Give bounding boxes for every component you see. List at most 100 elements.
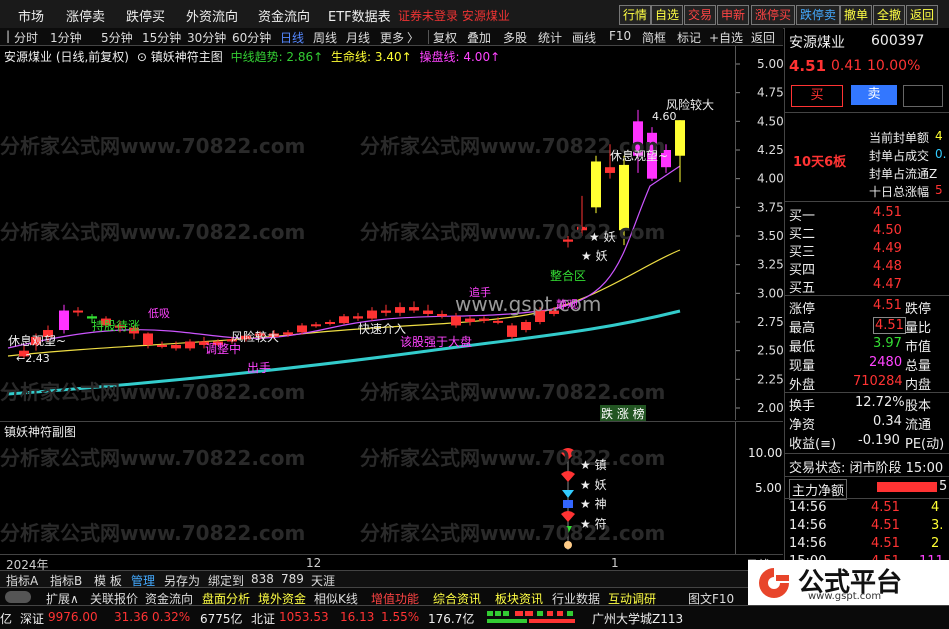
btn-cancel-all[interactable]: 全撤 <box>873 5 906 25</box>
period-more[interactable]: 更多 <box>380 29 404 46</box>
tool-simple-frame[interactable]: 简框 <box>642 29 666 46</box>
divider <box>785 295 949 296</box>
main-chart[interactable]: 安源煤业 (日线,前复权) ⊙ 镇妖神符主图 中线趋势: 2.86↑ 生命线: … <box>0 46 783 422</box>
candle-body <box>59 310 69 331</box>
period-5m[interactable]: 5分钟 <box>101 29 133 46</box>
divider <box>785 392 949 393</box>
bid-label: 买一 <box>789 209 816 224</box>
sub-tick: 5.00 <box>755 481 782 495</box>
watermark: 分析家公式网www.70822.com <box>360 380 666 404</box>
candle-body <box>185 341 195 349</box>
btn-watchlist[interactable]: 自选 <box>651 5 684 25</box>
stat-label: 收益(≡) <box>789 437 837 452</box>
menu-limit-up-sell[interactable]: 涨停卖 <box>66 6 105 25</box>
bz-value: 1053.53 <box>279 610 329 624</box>
logo-icon <box>759 568 789 598</box>
menu-bar: 市场 涨停卖 跌停买 外资流向 资金流向 ETF数据表 证券未登录 安源煤业 行… <box>0 0 949 29</box>
menu-etf-table[interactable]: ETF数据表 <box>328 6 391 25</box>
period-daily[interactable]: 日线 <box>280 29 304 46</box>
tool-stats[interactable]: 统计 <box>538 29 562 46</box>
netflow-label[interactable]: 主力净额 <box>789 479 848 500</box>
watermark: 分析家公式网www.70822.com <box>0 134 306 158</box>
btn-back-top[interactable]: 返回 <box>906 5 939 25</box>
info-value: 4 <box>935 129 943 143</box>
tab-789[interactable]: 789 <box>281 572 304 586</box>
bid-price[interactable]: 4.51 <box>873 205 902 220</box>
period-15m[interactable]: 15分钟 <box>142 29 181 46</box>
streak-badge: 10天6板 <box>793 155 847 170</box>
candle-body <box>507 325 517 337</box>
tool-multi[interactable]: 多股 <box>503 29 527 46</box>
yao-icon <box>561 471 575 482</box>
stat-label: 市值 <box>905 340 932 355</box>
stat-value: 12.72% <box>855 395 905 410</box>
bid-price[interactable]: 4.50 <box>873 223 902 238</box>
trade-state: 交易状态: 闭市阶段 15:00 <box>789 461 944 476</box>
sz-change: 31.36 <box>114 610 149 624</box>
watermark: 分析家公式网www.70822.com <box>360 446 666 470</box>
news-ticker[interactable]: 广州大学城Z113 <box>592 610 683 627</box>
gspt-logo: 公式平台 www.gspt.com <box>748 560 949 605</box>
btn-limit-down-sell[interactable]: 跌停卖 <box>796 5 841 25</box>
watermark: 分析家公式网www.70822.com <box>360 521 666 545</box>
stat-label: 股本 <box>905 399 932 414</box>
last-price: 4.51 <box>789 57 827 75</box>
menu-market[interactable]: 市场 <box>18 6 44 25</box>
stat-label: 最低 <box>789 340 816 355</box>
bid-price[interactable]: 4.49 <box>873 241 902 256</box>
buy-button[interactable]: 买 <box>791 85 843 107</box>
menu-limit-down-buy[interactable]: 跌停买 <box>126 6 165 25</box>
candle-body <box>325 322 335 324</box>
menu-foreign-flow[interactable]: 外资流向 <box>186 6 238 25</box>
period-minute[interactable]: 分时 <box>14 29 38 46</box>
tool-draw[interactable]: 画线 <box>572 29 596 46</box>
tool-mark[interactable]: 标记 <box>677 29 701 46</box>
order-box[interactable] <box>903 85 943 107</box>
sz-name[interactable]: 深证 <box>20 610 44 627</box>
stat-label: 现量 <box>789 359 816 374</box>
btn-trade[interactable]: 交易 <box>684 5 717 25</box>
chevron-right-icon[interactable]: 〉 <box>407 29 419 46</box>
bz-name[interactable]: 北证 <box>251 610 275 627</box>
stat-label: 量比 <box>905 321 932 336</box>
tool-adjust[interactable]: 复权 <box>433 29 457 46</box>
btn-new-issue[interactable]: 申新 <box>717 5 750 25</box>
period-60m[interactable]: 60分钟 <box>232 29 271 46</box>
menu-capital-flow[interactable]: 资金流向 <box>258 6 310 25</box>
info-value: 0. <box>935 147 947 161</box>
stat-value: -0.190 <box>858 433 900 448</box>
candle-body <box>297 325 307 333</box>
annot-buy-signal: ★ 妖 <box>581 249 608 263</box>
tool-f10[interactable]: F10 <box>609 29 631 43</box>
tool-overlay[interactable]: 叠加 <box>467 29 491 46</box>
btn-cancel-order[interactable]: 撤单 <box>840 5 873 25</box>
bid-price[interactable]: 4.47 <box>873 277 902 292</box>
btn-quote[interactable]: 行情 <box>619 5 652 25</box>
login-warning[interactable]: 证券未登录 安源煤业 <box>398 7 510 24</box>
period-monthly[interactable]: 月线 <box>346 29 370 46</box>
tool-back[interactable]: 返回 <box>751 29 775 46</box>
sell-button[interactable]: 卖 <box>851 85 897 105</box>
annot-stronger: 该股强于大盘 <box>400 335 473 349</box>
btn-limit-up-buy[interactable]: 涨停买 <box>751 5 796 25</box>
period-30m[interactable]: 30分钟 <box>187 29 226 46</box>
annot-track: 追手 <box>469 286 491 299</box>
bid-label: 买四 <box>789 263 816 278</box>
annot-stage: 跌 涨 榜 <box>600 405 646 422</box>
bid-price[interactable]: 4.48 <box>873 259 902 274</box>
tick-time: 14:56 <box>789 518 827 533</box>
sub-chart[interactable]: 镇妖神符副图 分析家公式网www.70822.com 分析家公式网www.708… <box>0 421 783 555</box>
toggle-icon[interactable]: | <box>6 29 10 43</box>
tick-time: 14:56 <box>789 500 827 515</box>
sub-label-zhen: ★ 镇 <box>580 458 607 472</box>
shen-block-icon <box>563 500 573 508</box>
tick-vol: 4 <box>931 500 940 515</box>
annot-fast-in: 快速介入 <box>358 322 407 336</box>
tool-add-watch[interactable]: +自选 <box>709 29 743 46</box>
stat-label: 净资 <box>789 418 816 433</box>
tab-838[interactable]: 838 <box>251 572 274 586</box>
period-1m[interactable]: 1分钟 <box>50 29 82 46</box>
toggle-switch[interactable] <box>5 591 31 603</box>
period-weekly[interactable]: 周线 <box>313 29 337 46</box>
stat-label: 外盘 <box>789 378 816 393</box>
